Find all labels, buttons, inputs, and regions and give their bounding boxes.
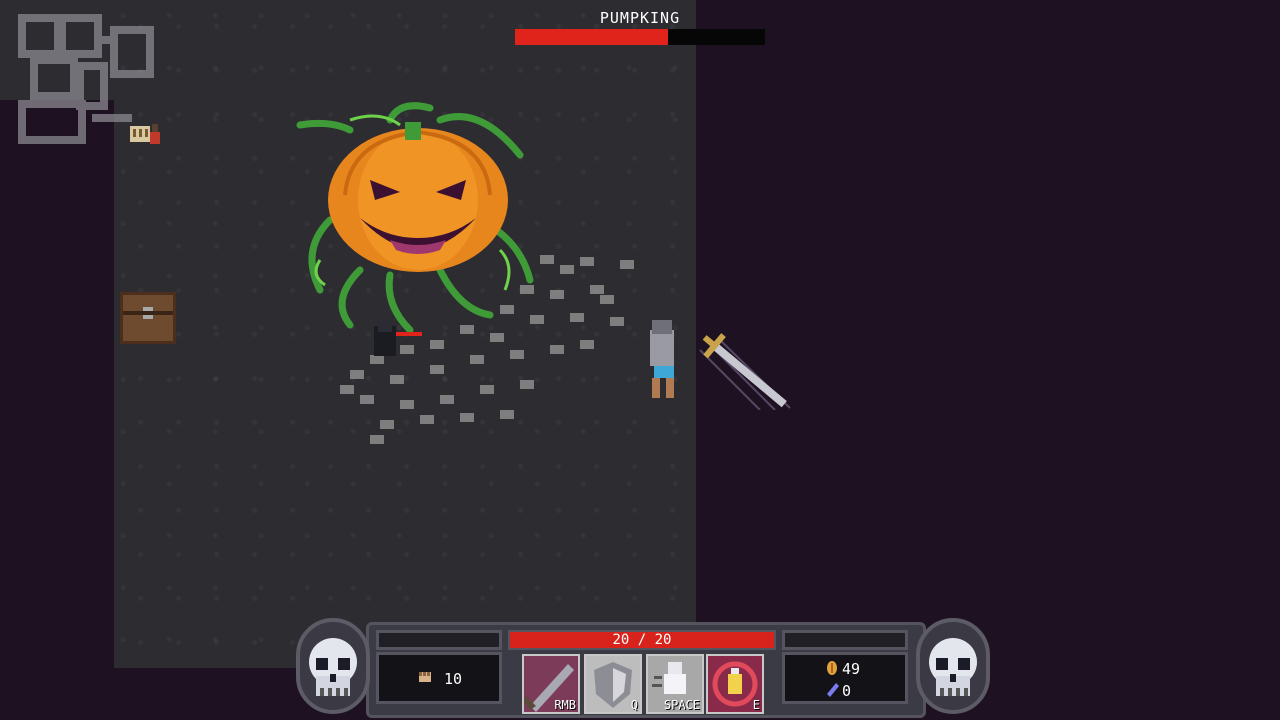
player-knight[interactable] xyxy=(640,300,810,411)
ability-slot-potion[interactable]: E xyxy=(706,654,764,714)
player-health-text: 20 / 20 xyxy=(612,632,672,648)
ability-key-label: Q xyxy=(630,698,638,712)
ability-key-label: E xyxy=(752,698,760,712)
keys-panel xyxy=(376,652,502,704)
ability-slot-shield[interactable]: Q xyxy=(584,654,642,714)
player-health-bar: 20 / 20 xyxy=(508,630,776,650)
ability-key-label: SPACE xyxy=(663,698,700,712)
right-skull-ornament xyxy=(916,618,990,714)
left-skull-ornament xyxy=(296,618,370,714)
skull-icon xyxy=(309,638,357,696)
gem-icon xyxy=(827,683,839,697)
left-top-slot xyxy=(376,630,502,650)
pumpking-boss[interactable] xyxy=(290,100,540,340)
gold-count: 49 xyxy=(842,660,861,678)
skull-icon xyxy=(929,638,977,696)
right-top-slot xyxy=(782,630,908,650)
fist-icon xyxy=(419,672,431,682)
treasure-chest[interactable] xyxy=(120,292,176,344)
boss-health-bar xyxy=(515,29,765,45)
ability-slot-attack[interactable]: RMB xyxy=(522,654,580,714)
ability-key-label: RMB xyxy=(554,698,576,712)
gem-count: 0 xyxy=(842,682,852,700)
shop-marker-icon xyxy=(130,120,162,146)
keys-count: 10 xyxy=(444,670,463,688)
boss-health-fill xyxy=(515,29,668,45)
gold-coin-icon xyxy=(827,661,837,675)
player-hud: 10 20 / 20 RMB Q SPACE E 49 0 xyxy=(296,616,990,720)
boss-name: PUMPKING xyxy=(599,9,681,27)
ability-slot-dash[interactable]: SPACE xyxy=(646,654,704,714)
shadow-minion-enemy[interactable] xyxy=(368,318,428,363)
